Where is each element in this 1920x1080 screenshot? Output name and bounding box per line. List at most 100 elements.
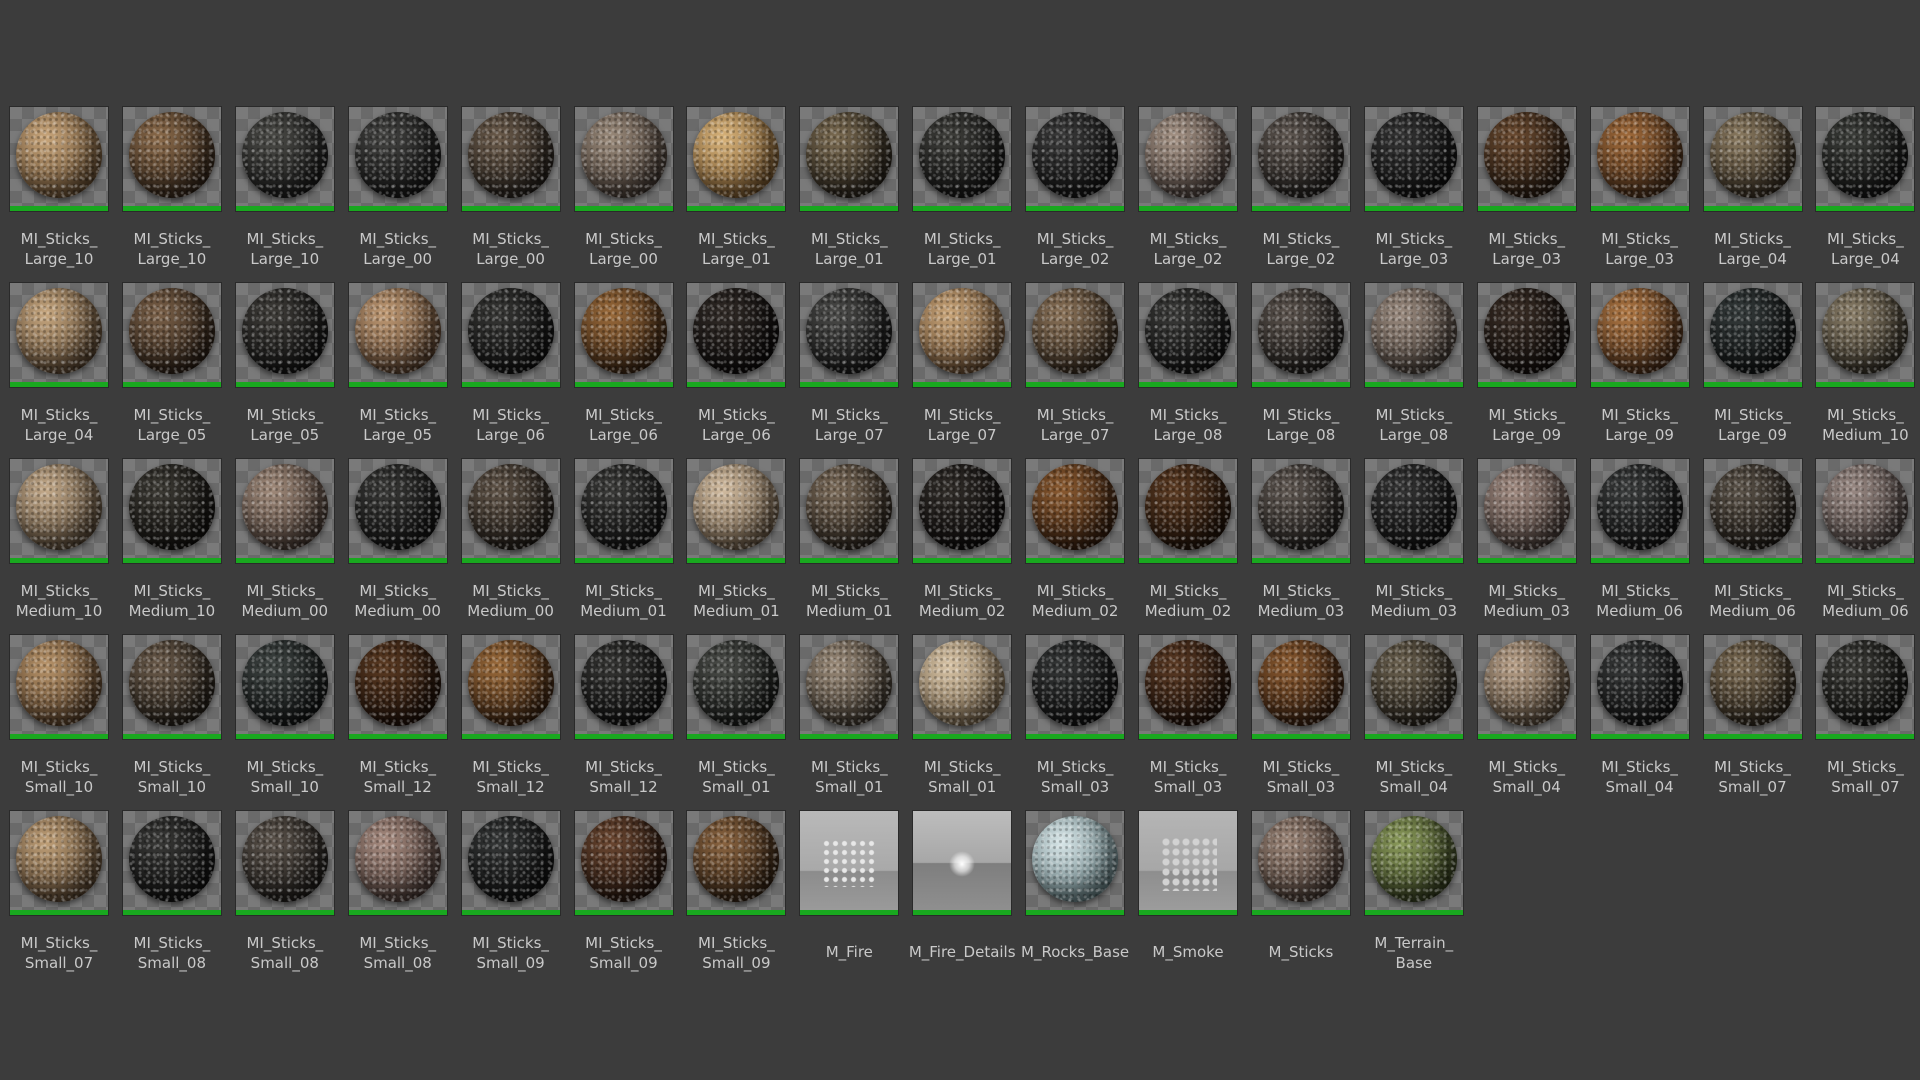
asset-tile[interactable]: MI_Sticks_ Large_07 [793, 283, 905, 445]
asset-tile[interactable]: M_Rocks_Base [1019, 811, 1131, 962]
asset-tile[interactable]: MI_Sticks_ Large_02 [1019, 107, 1131, 269]
asset-tile[interactable]: M_Smoke [1132, 811, 1244, 962]
asset-tile[interactable]: MI_Sticks_ Small_07 [1697, 635, 1809, 797]
asset-tile[interactable]: MI_Sticks_ Small_04 [1471, 635, 1583, 797]
asset-tile[interactable]: MI_Sticks_ Small_10 [229, 635, 341, 797]
asset-tile[interactable]: MI_Sticks_ Large_08 [1132, 283, 1244, 445]
asset-tile[interactable]: MI_Sticks_ Large_04 [3, 283, 115, 445]
asset-name-label: MI_Sticks_ Large_07 [923, 406, 1001, 444]
asset-tile[interactable]: MI_Sticks_ Medium_03 [1358, 459, 1470, 621]
asset-tile[interactable]: MI_Sticks_ Medium_02 [1132, 459, 1244, 621]
asset-tile[interactable]: MI_Sticks_ Large_06 [680, 283, 792, 445]
asset-tile[interactable]: MI_Sticks_ Medium_02 [1019, 459, 1131, 621]
asset-tile[interactable]: M_Terrain_ Base [1358, 811, 1470, 973]
asset-tile[interactable]: MI_Sticks_ Small_09 [680, 811, 792, 973]
asset-tile[interactable]: MI_Sticks_ Large_08 [1358, 283, 1470, 445]
asset-tile[interactable]: MI_Sticks_ Small_01 [906, 635, 1018, 797]
asset-tile[interactable]: MI_Sticks_ Large_08 [1245, 283, 1357, 445]
asset-name-label: MI_Sticks_ Medium_02 [918, 582, 1006, 620]
asset-tile[interactable]: MI_Sticks_ Small_04 [1584, 635, 1696, 797]
asset-tile[interactable]: MI_Sticks_ Medium_06 [1584, 459, 1696, 621]
asset-tile[interactable]: MI_Sticks_ Large_03 [1584, 107, 1696, 269]
asset-name-label: M_Sticks [1268, 943, 1334, 961]
asset-tile[interactable]: MI_Sticks_ Large_10 [229, 107, 341, 269]
asset-tile[interactable]: MI_Sticks_ Large_09 [1697, 283, 1809, 445]
asset-tile[interactable]: MI_Sticks_ Large_05 [342, 283, 454, 445]
asset-tile[interactable]: MI_Sticks_ Medium_02 [906, 459, 1018, 621]
asset-tile[interactable]: MI_Sticks_ Large_04 [1809, 107, 1920, 269]
asset-tile[interactable]: MI_Sticks_ Small_12 [568, 635, 680, 797]
asset-tile[interactable]: MI_Sticks_ Medium_01 [793, 459, 905, 621]
asset-tile[interactable]: MI_Sticks_ Medium_03 [1471, 459, 1583, 621]
asset-thumbnail [1139, 811, 1237, 915]
asset-tile[interactable]: MI_Sticks_ Large_01 [906, 107, 1018, 269]
asset-type-color-bar [574, 558, 673, 563]
asset-tile[interactable]: MI_Sticks_ Small_08 [342, 811, 454, 973]
material-sphere-preview [16, 111, 102, 198]
asset-tile[interactable]: MI_Sticks_ Medium_10 [116, 459, 228, 621]
asset-tile[interactable]: MI_Sticks_ Small_09 [568, 811, 680, 973]
asset-tile[interactable]: MI_Sticks_ Medium_01 [568, 459, 680, 621]
asset-tile[interactable]: MI_Sticks_ Large_09 [1471, 283, 1583, 445]
asset-tile[interactable]: MI_Sticks_ Large_10 [116, 107, 228, 269]
asset-tile[interactable]: MI_Sticks_ Medium_10 [3, 459, 115, 621]
asset-type-color-bar [1703, 734, 1802, 739]
asset-tile[interactable]: MI_Sticks_ Small_10 [3, 635, 115, 797]
asset-tile[interactable]: MI_Sticks_ Medium_06 [1809, 459, 1920, 621]
asset-tile[interactable]: MI_Sticks_ Large_02 [1132, 107, 1244, 269]
asset-type-color-bar [913, 382, 1012, 387]
asset-tile[interactable]: MI_Sticks_ Large_10 [3, 107, 115, 269]
asset-tile[interactable]: MI_Sticks_ Small_03 [1132, 635, 1244, 797]
asset-tile[interactable]: MI_Sticks_ Medium_10 [1809, 283, 1920, 445]
asset-tile[interactable]: MI_Sticks_ Large_07 [1019, 283, 1131, 445]
asset-tile[interactable]: MI_Sticks_ Small_03 [1245, 635, 1357, 797]
asset-tile[interactable]: M_Fire_Details [906, 811, 1018, 962]
asset-tile[interactable]: MI_Sticks_ Medium_00 [229, 459, 341, 621]
asset-tile[interactable]: M_Fire [793, 811, 905, 962]
asset-tile[interactable]: MI_Sticks_ Small_09 [455, 811, 567, 973]
asset-tile[interactable]: MI_Sticks_ Medium_01 [680, 459, 792, 621]
asset-tile[interactable]: MI_Sticks_ Small_08 [229, 811, 341, 973]
asset-tile[interactable]: MI_Sticks_ Small_08 [116, 811, 228, 973]
asset-type-color-bar [1590, 558, 1689, 563]
asset-tile[interactable]: MI_Sticks_ Small_07 [1809, 635, 1920, 797]
asset-tile[interactable]: MI_Sticks_ Medium_06 [1697, 459, 1809, 621]
asset-type-color-bar [10, 558, 108, 563]
asset-tile[interactable]: MI_Sticks_ Large_04 [1697, 107, 1809, 269]
asset-tile[interactable]: MI_Sticks_ Small_04 [1358, 635, 1470, 797]
material-sphere-preview [693, 287, 780, 374]
asset-tile[interactable]: MI_Sticks_ Small_01 [680, 635, 792, 797]
asset-tile[interactable]: MI_Sticks_ Small_03 [1019, 635, 1131, 797]
asset-thumbnail [10, 107, 108, 211]
asset-tile[interactable]: MI_Sticks_ Large_07 [906, 283, 1018, 445]
asset-tile[interactable]: MI_Sticks_ Large_01 [793, 107, 905, 269]
asset-thumbnail [1251, 459, 1350, 563]
asset-tile[interactable]: MI_Sticks_ Large_03 [1471, 107, 1583, 269]
material-sphere-preview [467, 639, 554, 726]
asset-tile[interactable]: MI_Sticks_ Large_09 [1584, 283, 1696, 445]
asset-tile[interactable]: MI_Sticks_ Small_01 [793, 635, 905, 797]
asset-tile[interactable]: MI_Sticks_ Medium_00 [342, 459, 454, 621]
asset-thumbnail [461, 459, 560, 563]
asset-tile[interactable]: MI_Sticks_ Small_07 [3, 811, 115, 973]
asset-thumbnail [348, 635, 447, 739]
asset-tile[interactable]: MI_Sticks_ Large_00 [455, 107, 567, 269]
asset-tile[interactable]: MI_Sticks_ Large_00 [342, 107, 454, 269]
asset-tile[interactable]: M_Sticks [1245, 811, 1357, 962]
asset-tile[interactable]: MI_Sticks_ Large_06 [568, 283, 680, 445]
asset-tile[interactable]: MI_Sticks_ Large_01 [680, 107, 792, 269]
asset-name-label: MI_Sticks_ Large_09 [1488, 406, 1566, 444]
asset-tile[interactable]: MI_Sticks_ Large_02 [1245, 107, 1357, 269]
asset-tile[interactable]: MI_Sticks_ Large_05 [229, 283, 341, 445]
asset-tile[interactable]: MI_Sticks_ Small_12 [342, 635, 454, 797]
asset-tile[interactable]: MI_Sticks_ Medium_03 [1245, 459, 1357, 621]
asset-tile[interactable]: MI_Sticks_ Medium_00 [455, 459, 567, 621]
material-sphere-preview [806, 287, 893, 374]
asset-tile[interactable]: MI_Sticks_ Large_06 [455, 283, 567, 445]
asset-tile[interactable]: MI_Sticks_ Small_10 [116, 635, 228, 797]
asset-type-color-bar [122, 558, 221, 563]
asset-tile[interactable]: MI_Sticks_ Large_03 [1358, 107, 1470, 269]
asset-tile[interactable]: MI_Sticks_ Small_12 [455, 635, 567, 797]
asset-tile[interactable]: MI_Sticks_ Large_00 [568, 107, 680, 269]
asset-tile[interactable]: MI_Sticks_ Large_05 [116, 283, 228, 445]
